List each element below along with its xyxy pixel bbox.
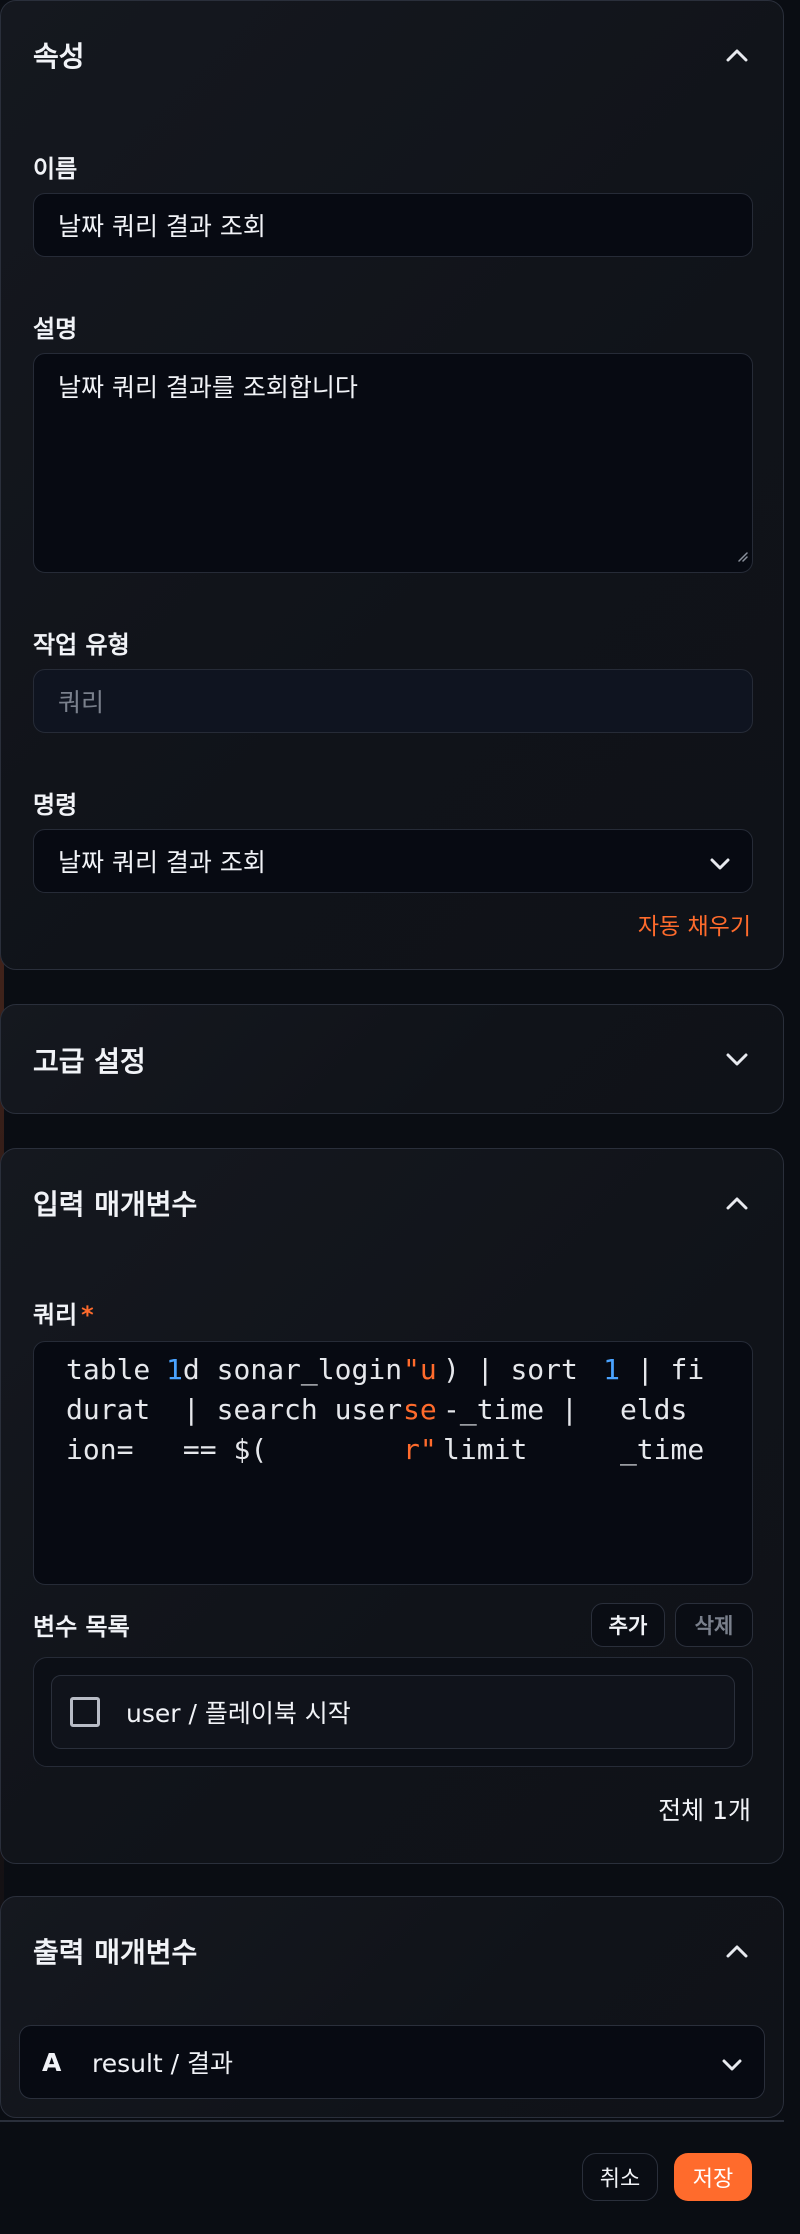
required-mark: * — [81, 1301, 94, 1329]
name-value: 날짜 쿼리 결과 조회 — [58, 212, 266, 241]
chevron-down-icon — [722, 2048, 742, 2077]
output-param-select[interactable]: A result / 결과 — [19, 2025, 765, 2099]
chevron-down-icon — [710, 847, 730, 876]
advanced-header[interactable]: 고급 설정 — [33, 1038, 751, 1082]
chevron-up-icon[interactable] — [723, 1189, 751, 1217]
variable-label: user / 플레이북 시작 — [126, 1699, 351, 1728]
task-type-label: 작업 유형 — [33, 631, 130, 659]
advanced-panel: 고급 설정 — [0, 1004, 784, 1114]
command-value: 날짜 쿼리 결과 조회 — [58, 848, 266, 877]
query-token: 1 — [603, 1353, 620, 1386]
input-params-panel: 입력 매개변수 쿼리 * table duration= 1 d sonar_logi… — [0, 1148, 784, 1864]
variable-list-label: 변수 목록 — [33, 1613, 130, 1641]
properties-title: 속성 — [33, 40, 85, 73]
description-value: 날짜 쿼리 결과를 조회합니다 — [58, 373, 358, 402]
query-token: ) | sort -_time | limit — [443, 1353, 595, 1466]
variable-checkbox[interactable] — [70, 1697, 100, 1727]
command-label: 명령 — [33, 791, 78, 819]
cancel-button[interactable]: 취소 — [582, 2153, 658, 2201]
output-param-value: result / 결과 — [92, 2049, 234, 2078]
total-count: 전체 1개 — [658, 1796, 751, 1825]
chevron-up-icon[interactable] — [723, 1937, 751, 1965]
footer-divider — [0, 2120, 784, 2122]
task-type-value: 쿼리 — [58, 688, 105, 717]
autofill-link[interactable]: 자동 채우기 — [638, 907, 751, 941]
query-token: "user" — [403, 1353, 437, 1466]
properties-panel: 속성 이름 날짜 쿼리 결과 조회 설명 날짜 쿼리 결과를 조회합니다 작업 … — [0, 0, 784, 970]
output-params-title: 출력 매개변수 — [33, 1936, 198, 1969]
output-param-content: A result / 결과 — [42, 2044, 233, 2080]
query-token: d sonar_login | search user == $( — [182, 1353, 419, 1466]
output-params-panel: 출력 매개변수 A result / 결과 — [0, 1896, 784, 2118]
description-label: 설명 — [33, 315, 78, 343]
delete-variable-button[interactable]: 삭제 — [675, 1603, 753, 1647]
name-label: 이름 — [33, 155, 78, 183]
description-textarea[interactable]: 날짜 쿼리 결과를 조회합니다 — [33, 353, 753, 573]
command-select[interactable]: 날짜 쿼리 결과 조회 — [33, 829, 753, 893]
output-params-header[interactable]: 출력 매개변수 — [33, 1929, 751, 1973]
list-item[interactable]: user / 플레이북 시작 — [51, 1675, 735, 1749]
query-label-text: 쿼리 — [33, 1301, 78, 1329]
advanced-title: 고급 설정 — [33, 1045, 146, 1078]
query-editor[interactable]: table duration= 1 d sonar_login | search u… — [33, 1341, 753, 1585]
save-button[interactable]: 저장 — [674, 2153, 752, 2201]
variable-list: user / 플레이북 시작 — [33, 1657, 753, 1767]
task-type-field: 쿼리 — [33, 669, 753, 733]
input-params-header[interactable]: 입력 매개변수 — [33, 1181, 751, 1225]
query-label: 쿼리 * — [33, 1295, 94, 1330]
page: 속성 이름 날짜 쿼리 결과 조회 설명 날짜 쿼리 결과를 조회합니다 작업 … — [0, 0, 800, 2234]
resize-grip-icon[interactable] — [736, 539, 748, 568]
properties-header[interactable]: 속성 — [33, 33, 751, 77]
type-a-icon: A — [42, 2047, 62, 2077]
input-params-title: 입력 매개변수 — [33, 1188, 198, 1221]
query-token: | fields _time — [619, 1353, 705, 1466]
query-token: table duration= — [66, 1353, 168, 1466]
chevron-down-icon[interactable] — [723, 1046, 751, 1074]
add-variable-button[interactable]: 추가 — [591, 1603, 665, 1647]
query-token: 1 — [166, 1353, 183, 1386]
chevron-up-icon[interactable] — [723, 41, 751, 69]
name-field[interactable]: 날짜 쿼리 결과 조회 — [33, 193, 753, 257]
